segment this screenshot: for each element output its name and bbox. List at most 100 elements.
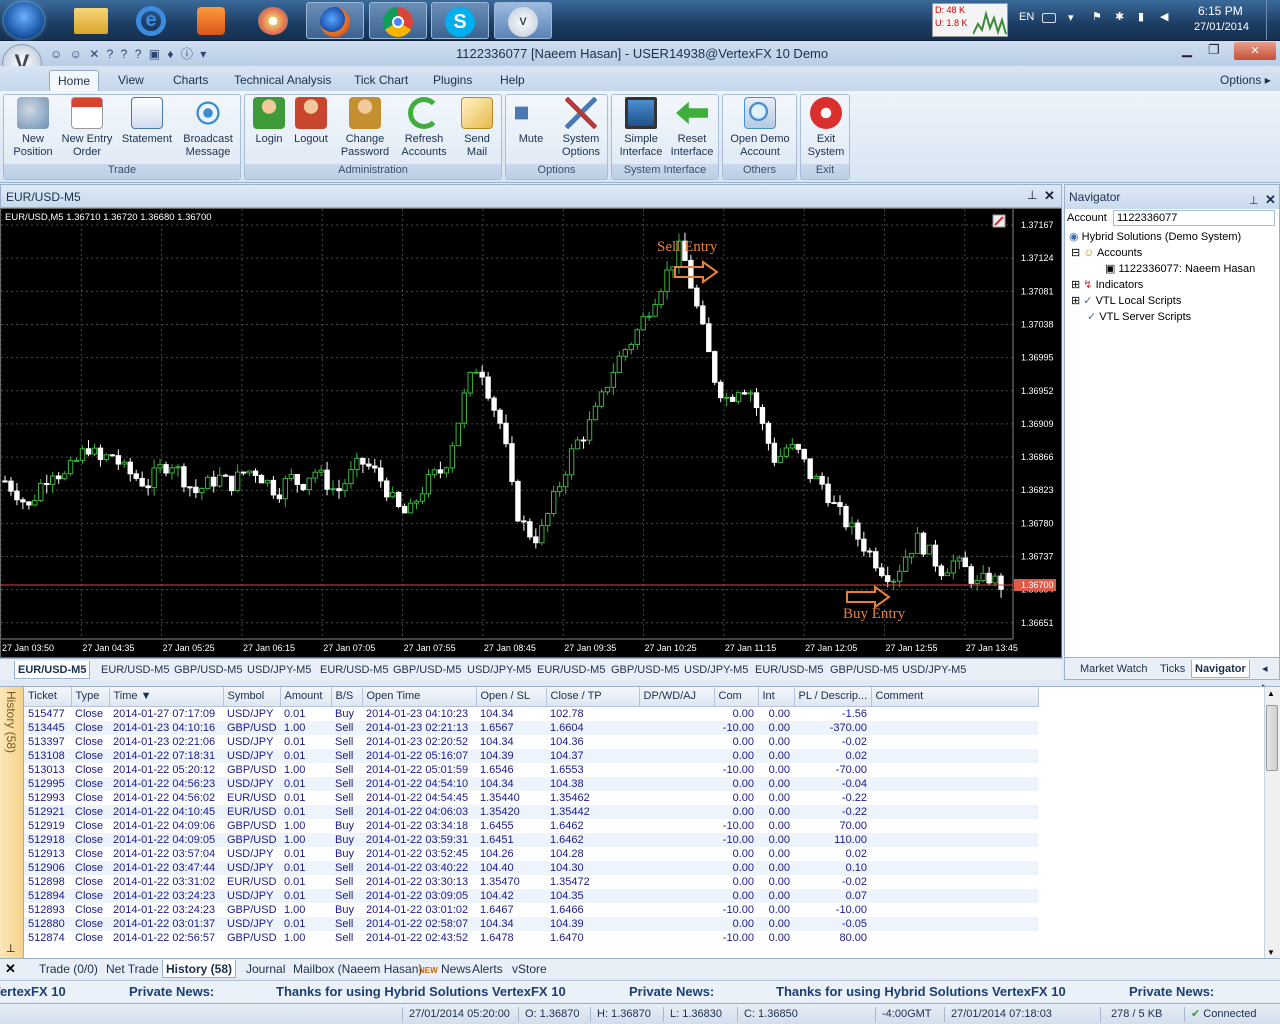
tab-trade[interactable]: Trade (0/0) [36, 960, 101, 978]
column-header[interactable]: Open / SL [476, 687, 547, 707]
mute-button[interactable]: Mute [510, 97, 552, 146]
collapse-toggle-icon[interactable]: ⊟ [1071, 247, 1080, 259]
column-header[interactable]: Symbol [223, 687, 281, 707]
vertexfx-taskbar-button[interactable]: V [494, 2, 552, 39]
column-header[interactable]: Amount [280, 687, 332, 707]
close-bottom-panel-icon[interactable]: ✕ [5, 961, 16, 977]
table-row[interactable]: 513013 Close 2014-01-22 05:20:12 GBP/USD 1.0… [24, 763, 1264, 777]
expand-toggle-icon[interactable]: ⊞ [1071, 295, 1080, 307]
tree-hybrid-solutions[interactable]: ◉ Hybrid Solutions (Demo System) [1069, 230, 1241, 243]
column-header[interactable]: Time ▼ [109, 687, 224, 707]
pin-icon[interactable]: ⊥ [1027, 188, 1037, 202]
tab-news[interactable]: NEW News [416, 960, 474, 978]
show-desktop-button[interactable] [1266, 0, 1280, 40]
send-mail-button[interactable]: Send Mail [455, 97, 499, 159]
language-indicator[interactable]: EN [1019, 11, 1034, 23]
table-row[interactable]: 512898 Close 2014-01-22 03:31:02 EUR/USD 0.0… [24, 875, 1264, 889]
tab-technical-analysis[interactable]: Technical Analysis [226, 70, 339, 91]
bluetooth-icon[interactable]: ✱ [1115, 10, 1124, 23]
show-hidden-icons[interactable]: ▾ [1068, 11, 1074, 24]
table-row[interactable]: 512919 Close 2014-01-22 04:09:06 GBP/USD 1.0… [24, 819, 1264, 833]
help-icon-2[interactable]: ? [121, 47, 130, 61]
history-side-tab[interactable]: History (58) ⊥ [0, 687, 24, 959]
chart-tab[interactable]: USD/JPY-M5 [899, 661, 969, 679]
chrome-taskbar-button[interactable] [369, 2, 427, 39]
column-header[interactable]: Close / TP [546, 687, 640, 707]
tab-vstore[interactable]: vStore [509, 960, 550, 978]
tree-indicators[interactable]: ⊞ ↯ Indicators [1071, 278, 1143, 291]
reset-interface-button[interactable]: Reset Interface [666, 97, 718, 159]
table-row[interactable]: 512995 Close 2014-01-22 04:56:23 USD/JPY 0.0… [24, 776, 1264, 791]
tab-alerts[interactable]: Alerts [469, 960, 506, 978]
tools-icon-small[interactable]: ✕ [89, 47, 101, 61]
tab-help[interactable]: Help [492, 70, 533, 91]
column-header[interactable]: Open Time [362, 687, 477, 707]
tab-ticks[interactable]: Ticks [1157, 660, 1188, 678]
tab-history[interactable]: History (58) [162, 960, 237, 978]
media-player-taskbar-button[interactable] [182, 2, 240, 39]
help-icon-1[interactable]: ? [107, 47, 116, 61]
firefox-taskbar-button[interactable] [306, 2, 364, 39]
change-password-button[interactable]: Change Password [337, 97, 393, 159]
tree-vtl-local-scripts[interactable]: ⊞ ✓ VTL Local Scripts [1071, 294, 1181, 307]
table-row[interactable]: 512880 Close 2014-01-22 03:01:37 USD/JPY 0.0… [24, 916, 1264, 931]
tab-charts[interactable]: Charts [165, 70, 216, 91]
table-row[interactable]: 512894 Close 2014-01-22 03:24:23 USD/JPY 0.0… [24, 888, 1264, 903]
paint-taskbar-button[interactable] [244, 2, 302, 39]
users-icon[interactable]: ☺ [50, 47, 64, 61]
column-header[interactable]: DP/WD/AJ [639, 687, 715, 707]
chart-tab[interactable]: GBP/USD-M5 [608, 661, 682, 679]
action-center-flag-icon[interactable]: ⚑ [1092, 10, 1102, 23]
restore-button[interactable]: ❐ [1208, 42, 1220, 58]
chart-tab[interactable]: USD/JPY-M5 [244, 661, 314, 679]
info-icon[interactable]: ⓘ [181, 47, 195, 61]
skype-taskbar-button[interactable]: S [431, 2, 489, 39]
history-scrollbar[interactable]: ▲ ▼ [1264, 687, 1280, 959]
system-options-button[interactable]: System Options [556, 97, 606, 159]
scroll-down-icon[interactable]: ▼ [1267, 948, 1275, 957]
tree-account-item[interactable]: ▣ 1122336077: Naeem Hasan [1105, 262, 1255, 275]
column-header[interactable]: PL / Descrip... [794, 687, 872, 707]
network-signal-icon[interactable]: ▮ [1138, 10, 1144, 23]
table-row[interactable]: 512921 Close 2014-01-22 04:10:45 EUR/USD 0.0… [24, 804, 1264, 819]
chart-tab[interactable]: USD/JPY-M5 [681, 661, 751, 679]
volume-icon[interactable]: ◀ [1160, 10, 1168, 23]
shield-icon[interactable]: ♦ [167, 47, 175, 61]
simple-interface-button[interactable]: Simple Interface [614, 97, 668, 159]
clock-date[interactable]: 27/01/2014 [1194, 21, 1249, 33]
chart-tab[interactable]: GBP/USD-M5 [171, 661, 245, 679]
chart-tab[interactable]: EUR/USD-M5 [98, 661, 172, 679]
table-row[interactable]: 512906 Close 2014-01-22 03:47:44 USD/JPY 0.0… [24, 860, 1264, 875]
chart-canvas[interactable]: 1.37167 1.37124 1.37081 1.37038 1.36995 1.369… [1, 209, 1061, 657]
qat-dropdown-icon[interactable]: ▾ [200, 47, 208, 61]
clock-time[interactable]: 6:15 PM [1198, 4, 1243, 18]
cube-icon[interactable]: ▣ [149, 47, 162, 61]
table-row[interactable]: 513397 Close 2014-01-23 02:21:06 USD/JPY 0.0… [24, 735, 1264, 749]
table-row[interactable]: 513108 Close 2014-01-22 07:18:31 USD/JPY 0.0… [24, 748, 1264, 763]
tab-view[interactable]: View [110, 70, 152, 91]
chart-tab[interactable]: GBP/USD-M5 [827, 661, 901, 679]
column-header[interactable]: B/S [331, 687, 363, 707]
table-row[interactable]: 512874 Close 2014-01-22 02:56:57 GBP/USD 1.0… [24, 931, 1264, 945]
status-connection[interactable]: ✔ Connected [1184, 1007, 1257, 1022]
exit-system-button[interactable]: Exit System [804, 97, 848, 159]
account-field[interactable]: 1122336077 [1113, 210, 1275, 226]
table-row[interactable]: 512918 Close 2014-01-22 04:09:05 GBP/USD 1.0… [24, 832, 1264, 847]
table-row[interactable]: 512913 Close 2014-01-22 03:57:04 USD/JPY 0.0… [24, 847, 1264, 861]
login-button[interactable]: Login [249, 97, 289, 146]
table-row[interactable]: 515477 Close 2014-01-27 07:17:09 USD/JPY 0.0… [24, 706, 1264, 721]
options-menu[interactable]: Options ▸ [1220, 70, 1271, 91]
keyboard-icon[interactable] [1042, 13, 1056, 23]
new-entry-order-button[interactable]: New Entry Order [56, 97, 118, 159]
table-row[interactable]: 512893 Close 2014-01-22 03:24:23 GBP/USD 1.0… [24, 903, 1264, 917]
column-header[interactable]: Com [714, 687, 759, 707]
pin-icon[interactable]: ⊥ [6, 942, 16, 955]
tab-plugins[interactable]: Plugins [425, 70, 480, 91]
scroll-thumb[interactable] [1266, 705, 1278, 771]
tab-home[interactable]: Home [49, 70, 100, 91]
chart-tab[interactable]: EUR/USD-M5 [317, 661, 391, 679]
tab-market-watch[interactable]: Market Watch [1077, 660, 1150, 678]
broadcast-message-button[interactable]: Broadcast Message [178, 97, 238, 159]
chart-tab[interactable]: USD/JPY-M5 [464, 661, 534, 679]
logout-button[interactable]: Logout [291, 97, 331, 146]
